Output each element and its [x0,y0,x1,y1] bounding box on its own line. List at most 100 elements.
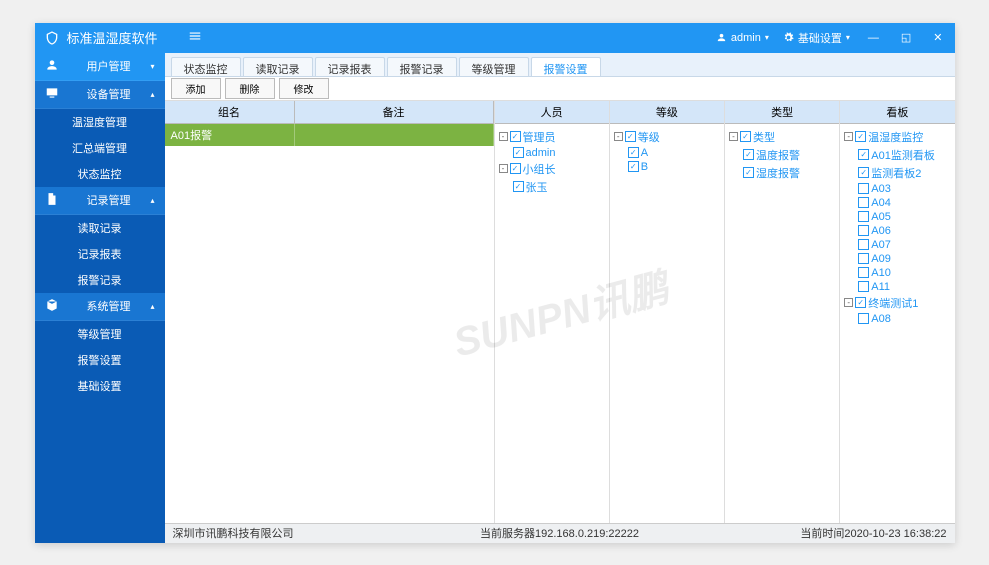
panel-header: 等级 [610,101,724,124]
expand-icon[interactable]: - [499,164,508,173]
sidebar-group-label: 用户管理 [67,58,151,74]
tree-label[interactable]: A01监测看板 [871,147,935,163]
users-icon [45,58,59,75]
checkbox[interactable] [743,167,754,178]
checkbox[interactable] [855,297,866,308]
sidebar-group-label: 设备管理 [67,86,151,102]
sidebar-item[interactable]: 记录报表 [35,241,165,267]
tab[interactable]: 状态监控 [171,57,241,76]
tree-label[interactable]: A10 [871,267,891,279]
sidebar-group[interactable]: 设备管理▴ [35,81,165,109]
tree-node: - 终端测试1 A08 [844,294,950,326]
tree-label[interactable]: 湿度报警 [756,165,800,181]
tab[interactable]: 读取记录 [243,57,313,76]
expand-icon[interactable]: - [729,132,738,141]
tree-node: A01监测看板 [858,146,950,164]
tree-label[interactable]: A08 [871,313,891,325]
checkbox[interactable] [513,147,524,158]
tree-panel: 人员-管理员admin-小组长张玉 [495,101,610,523]
checkbox[interactable] [858,313,869,324]
checkbox[interactable] [858,281,869,292]
tab[interactable]: 报警记录 [387,57,457,76]
tree-label[interactable]: 温湿度监控 [868,129,923,145]
tab[interactable]: 等级管理 [459,57,529,76]
tree-label[interactable]: 监测看板2 [871,165,921,181]
tree-label[interactable]: A05 [871,211,891,223]
table-row[interactable]: A01报警 [165,124,494,146]
tree-label[interactable]: 温度报警 [756,147,800,163]
sidebar-item[interactable]: 汇总端管理 [35,135,165,161]
cell-remark [295,124,494,146]
tree-node: 监测看板2 [858,164,950,182]
toolbar-button[interactable]: 修改 [279,78,329,99]
tree-label[interactable]: 等级 [638,129,660,145]
toolbar-button[interactable]: 添加 [171,78,221,99]
toolbar-button[interactable]: 删除 [225,78,275,99]
footer-time: 当前时间2020-10-23 16:38:22 [800,525,946,541]
tree-label[interactable]: A [641,147,648,159]
checkbox[interactable] [513,181,524,192]
checkbox[interactable] [628,147,639,158]
sidebar-item[interactable]: 报警设置 [35,347,165,373]
checkbox[interactable] [858,225,869,236]
checkbox[interactable] [858,149,869,160]
checkbox[interactable] [858,167,869,178]
expand-icon[interactable]: - [844,132,853,141]
checkbox[interactable] [858,211,869,222]
minimize-button[interactable]: — [864,32,883,44]
tree-label[interactable]: B [641,161,648,173]
grid-header-remark: 备注 [295,101,494,123]
checkbox[interactable] [855,131,866,142]
tree-node: A04 [858,196,950,210]
tree-label[interactable]: A07 [871,239,891,251]
user-menu[interactable]: admin ▾ [716,32,769,44]
panel-tree: - 等级 AB [610,124,724,178]
tree-label[interactable]: A11 [871,281,890,293]
tree-node: A08 [858,312,950,326]
sidebar-item[interactable]: 等级管理 [35,321,165,347]
maximize-button[interactable]: ◱ [897,31,915,44]
tree-label[interactable]: 类型 [753,129,775,145]
expand-icon[interactable]: - [614,132,623,141]
tree-label[interactable]: 管理员 [523,129,556,145]
tree-label[interactable]: A09 [871,253,891,265]
checkbox[interactable] [510,163,521,174]
hamburger-icon[interactable] [188,29,202,46]
settings-menu[interactable]: 基础设置 ▾ [783,30,850,46]
tree-node: - 等级 AB [614,128,720,174]
checkbox[interactable] [628,161,639,172]
tree-label[interactable]: 终端测试1 [868,295,918,311]
checkbox[interactable] [858,253,869,264]
sidebar-group[interactable]: 系统管理▴ [35,293,165,321]
tree-label[interactable]: 张玉 [526,179,548,195]
tree-label[interactable]: admin [526,147,556,159]
sidebar-item[interactable]: 基础设置 [35,373,165,399]
tab[interactable]: 记录报表 [315,57,385,76]
expand-icon[interactable]: - [499,132,508,141]
sidebar-item[interactable]: 温湿度管理 [35,109,165,135]
checkbox[interactable] [510,131,521,142]
sidebar-item[interactable]: 报警记录 [35,267,165,293]
close-button[interactable]: ✕ [929,31,946,44]
sidebar-item[interactable]: 读取记录 [35,215,165,241]
checkbox[interactable] [625,131,636,142]
sidebar-group[interactable]: 用户管理▾ [35,53,165,81]
checkbox[interactable] [743,149,754,160]
expand-icon[interactable]: - [844,298,853,307]
tree-label[interactable]: A03 [871,183,891,195]
tab[interactable]: 报警设置 [531,57,601,76]
tree-label[interactable]: 小组长 [523,161,556,177]
checkbox[interactable] [858,239,869,250]
tree-label[interactable]: A04 [871,197,891,209]
checkbox[interactable] [740,131,751,142]
footer-company: 深圳市讯鹏科技有限公司 [173,525,294,541]
checkbox[interactable] [858,267,869,278]
tree-label[interactable]: A06 [871,225,891,237]
checkbox[interactable] [858,197,869,208]
tree-node: - 管理员 admin [499,128,605,160]
tree-node: - 温湿度监控 A01监测看板监测看板2 A03 A04 A05 A06 A07 A09 A10 A… [844,128,950,294]
checkbox[interactable] [858,183,869,194]
caret-down-icon: ▾ [846,33,850,42]
sidebar-item[interactable]: 状态监控 [35,161,165,187]
sidebar-group[interactable]: 记录管理▴ [35,187,165,215]
